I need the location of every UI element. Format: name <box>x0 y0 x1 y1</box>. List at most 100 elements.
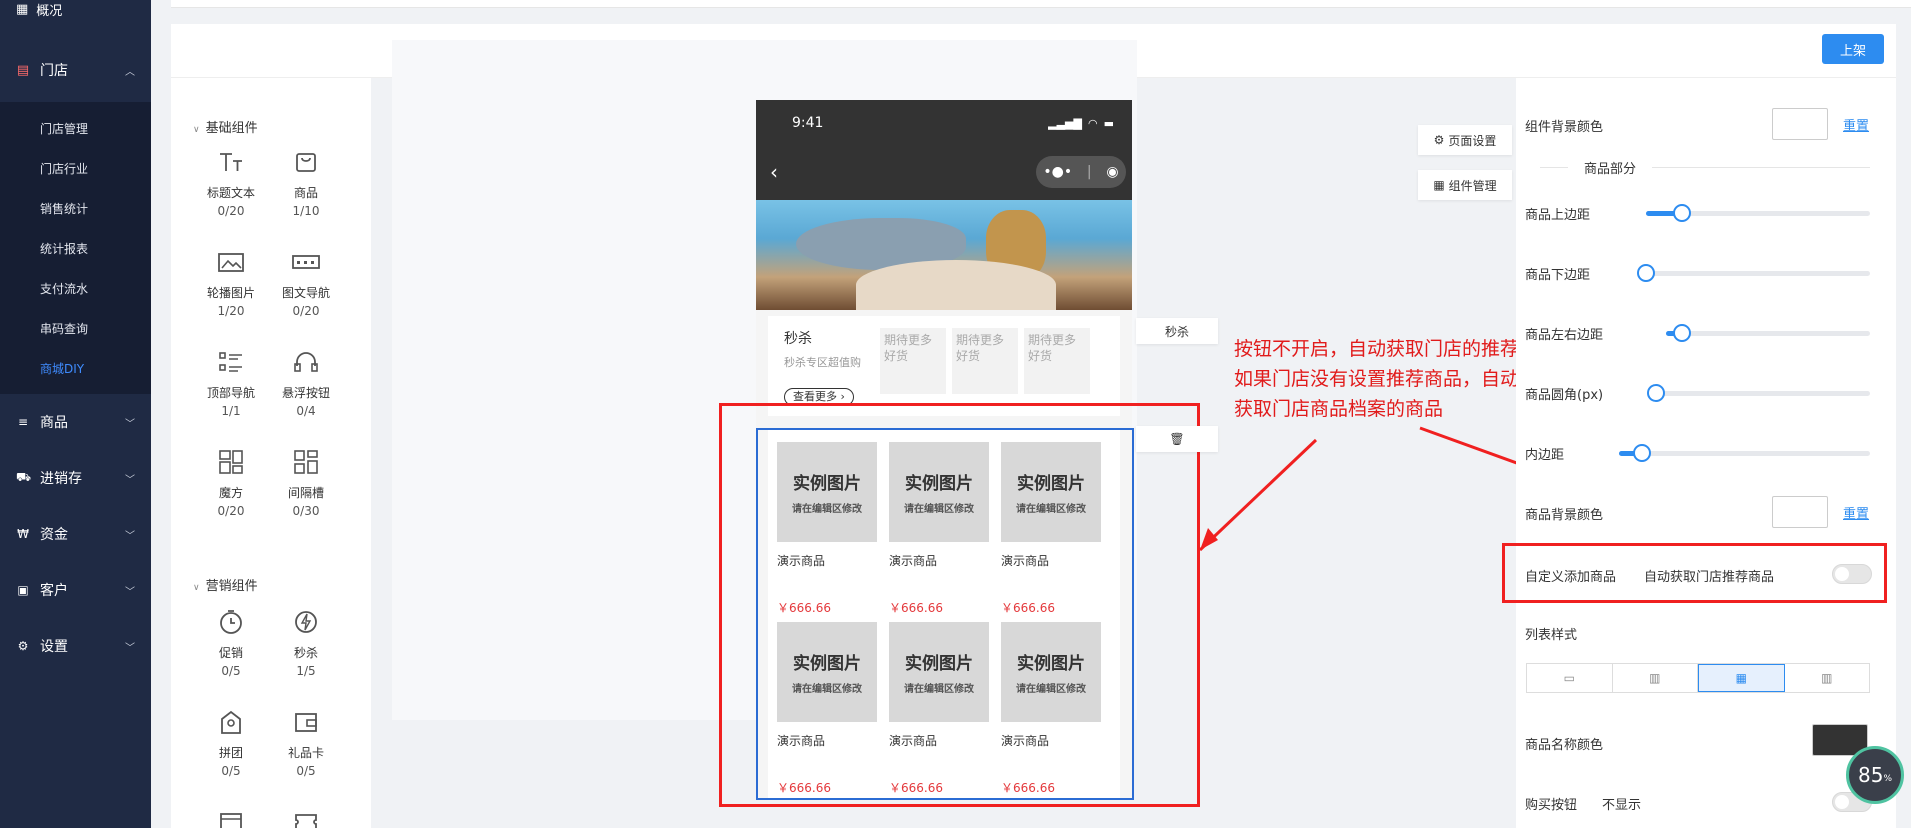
sidebar-item-label: 统计报表 <box>40 241 89 256</box>
component-goods[interactable]: 商品 1/10 <box>271 148 341 220</box>
list-style-big-image[interactable]: ▭ <box>1527 664 1613 692</box>
margin-lr-slider[interactable] <box>1666 331 1870 336</box>
slider-handle[interactable] <box>1673 204 1691 222</box>
sidebar-item-reports[interactable]: 统计报表 <box>0 228 151 268</box>
component-count: 0/30 <box>292 504 320 518</box>
sidebar-item-funds[interactable]: ₩ 资金 ﹀ <box>0 506 151 562</box>
nav-icon <box>292 248 320 276</box>
component-float-button[interactable]: 悬浮按钮 0/4 <box>271 348 341 420</box>
component-carousel[interactable]: 轮播图片 1/20 <box>196 248 266 320</box>
wallet-icon <box>292 708 320 736</box>
sidebar-item-sales-stats[interactable]: 销售统计 <box>0 188 151 228</box>
image-icon: ▭ <box>1563 671 1575 685</box>
margin-bottom-label: 商品下边距 <box>1525 268 1591 283</box>
slider-handle[interactable] <box>1647 384 1665 402</box>
dashboard-icon: ▦ <box>16 1 29 17</box>
component-more-2[interactable] <box>271 808 341 828</box>
sidebar-group-store[interactable]: ▤ 门店 ︿ <box>0 38 151 102</box>
basic-components-header[interactable]: ∨ 基础组件 <box>193 117 258 136</box>
component-group-buy[interactable]: 拼团 0/5 <box>196 708 266 780</box>
gear-icon: ⚙ <box>1433 133 1445 147</box>
headset-icon <box>292 348 320 376</box>
chevron-up-icon: ︿ <box>125 66 135 78</box>
component-count: 0/5 <box>221 664 241 678</box>
component-count: 0/5 <box>296 764 316 778</box>
seckill-section[interactable]: 秒杀 秒杀专区超值购 查看更多 › 期待更多好货 期待更多好货 期待更多好货 <box>768 316 1120 416</box>
component-gift-card[interactable]: 礼品卡 0/5 <box>271 708 341 780</box>
carousel-banner[interactable] <box>756 200 1132 310</box>
component-count: 1/10 <box>292 204 320 218</box>
component-name: 悬浮按钮 <box>281 386 330 400</box>
component-name: 间隔槽 <box>287 486 324 500</box>
sidebar-item-settings[interactable]: ⚙ 设置 ﹀ <box>0 618 151 674</box>
trash-icon[interactable]: 🗑 <box>1169 432 1184 446</box>
sidebar-item-payments[interactable]: 支付流水 <box>0 268 151 308</box>
sidebar-item-label: 门店管理 <box>40 121 89 136</box>
component-spacer[interactable]: 间隔槽 0/30 <box>271 448 341 520</box>
component-seckill[interactable]: 秒杀 1/5 <box>271 608 341 680</box>
slider-handle[interactable] <box>1637 264 1655 282</box>
button-label: 页面设置 <box>1448 133 1497 148</box>
sidebar-item-store-industry[interactable]: 门店行业 <box>0 148 151 188</box>
comp-bg-color-picker[interactable] <box>1772 108 1828 140</box>
store-icon: ▤ <box>16 62 30 78</box>
calendar-icon <box>217 808 245 828</box>
sidebar-item-label: 设置 <box>40 639 68 655</box>
margin-top-label: 商品上边距 <box>1525 208 1591 223</box>
mini-program-capsule[interactable]: •●• | ◉ <box>1036 156 1126 188</box>
component-cube[interactable]: 魔方 0/20 <box>196 448 266 520</box>
publish-button[interactable]: 上架 <box>1822 34 1884 64</box>
component-name: 标题文本 <box>206 186 255 200</box>
goods-bg-color-picker[interactable] <box>1772 496 1828 528</box>
delete-component-tab[interactable]: 🗑 <box>1136 426 1218 452</box>
section-title: 基础组件 <box>205 121 258 136</box>
goods-section-title: 商品部分 <box>1568 158 1653 177</box>
chevron-down-icon: ﹀ <box>125 418 135 430</box>
sidebar-item-label: 门店行业 <box>40 161 89 176</box>
component-count: 1/1 <box>221 404 241 418</box>
sidebar-group-label: 门店 <box>40 63 68 79</box>
back-arrow-icon[interactable]: ‹ <box>770 160 778 184</box>
component-more-1[interactable] <box>196 808 266 828</box>
sidebar-item-customers[interactable]: ▣ 客户 ﹀ <box>0 562 151 618</box>
margin-bottom-slider[interactable] <box>1646 271 1870 276</box>
sidebar-item-serial-query[interactable]: 串码查询 <box>0 308 151 348</box>
gear-icon: ⚙ <box>17 639 29 653</box>
sidebar-item-label: 支付流水 <box>40 281 89 296</box>
sidebar-item-goods[interactable]: ≡ 商品 ﹀ <box>0 394 151 450</box>
component-title-text[interactable]: 标题文本 0/20 <box>196 148 266 220</box>
seckill-component-tag[interactable]: 秒杀 <box>1136 318 1218 344</box>
slider-handle[interactable] <box>1673 324 1691 342</box>
list-style-three-col[interactable]: ▦ <box>1698 664 1785 692</box>
list-style-list[interactable]: ▥ <box>1785 664 1870 692</box>
comp-bg-reset-link[interactable]: 重置 <box>1843 115 1869 134</box>
goods-bg-reset-link[interactable]: 重置 <box>1843 503 1869 522</box>
sidebar-item-overview[interactable]: ▦ 概况 <box>0 0 151 19</box>
truck-icon: ⛟ <box>16 470 32 484</box>
target-icon[interactable]: ◉ <box>1106 164 1118 180</box>
phone-time: 9:41 <box>792 115 824 131</box>
sidebar-item-inventory[interactable]: ⛟ 进销存 ﹀ <box>0 450 151 506</box>
sidebar-item-store-manage[interactable]: 门店管理 <box>0 108 151 148</box>
component-manage-button[interactable]: ▦ 组件管理 <box>1418 170 1512 200</box>
component-image-nav[interactable]: 图文导航 0/20 <box>271 248 341 320</box>
radius-slider[interactable] <box>1656 391 1870 396</box>
component-count: 0/20 <box>217 204 245 218</box>
signal-icon: ▂▃▅▇ <box>1048 116 1082 130</box>
sidebar-item-label: 概况 <box>36 3 63 19</box>
capsule-divider: | <box>1086 164 1092 180</box>
padding-slider[interactable] <box>1619 451 1870 456</box>
caret-down-icon: ∨ <box>193 583 200 593</box>
component-promotion[interactable]: 促销 0/5 <box>196 608 266 680</box>
slider-handle[interactable] <box>1633 444 1651 462</box>
sidebar-item-mall-diy[interactable]: 商城DIY <box>0 348 151 388</box>
phone-nav-bar: ‹ •●• | ◉ <box>756 146 1132 200</box>
more-dots-icon[interactable]: •●• <box>1043 164 1072 180</box>
list-style-two-col[interactable]: ▥ <box>1613 664 1698 692</box>
button-label: 组件管理 <box>1448 178 1497 193</box>
marketing-components-header[interactable]: ∨ 营销组件 <box>193 575 258 594</box>
component-top-nav[interactable]: 顶部导航 1/1 <box>196 348 266 420</box>
page-settings-button[interactable]: ⚙ 页面设置 <box>1418 125 1512 155</box>
annotation-highlight-box <box>719 403 1200 807</box>
performance-badge[interactable]: 85% <box>1846 746 1904 804</box>
